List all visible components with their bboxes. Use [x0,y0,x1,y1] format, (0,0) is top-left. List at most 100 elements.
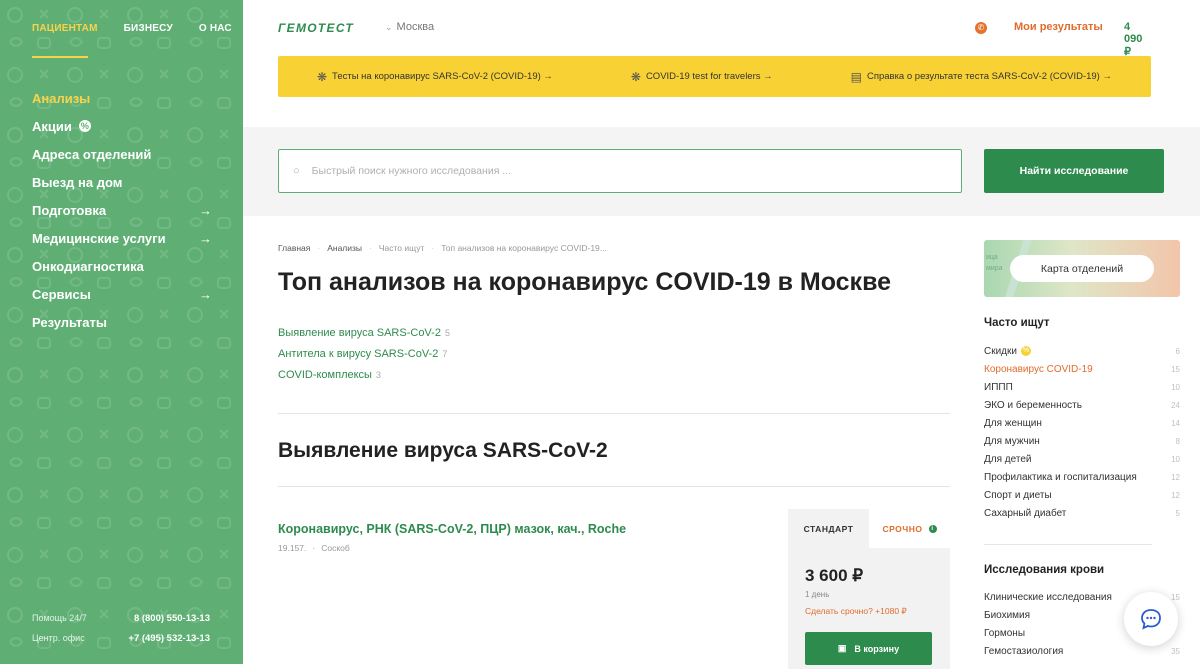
popular-item[interactable]: ЭКО и беременность 24 [984,396,1180,414]
menu-item-analyses[interactable]: Анализы [32,84,212,112]
city-selector[interactable]: ⌄ Москва [385,21,434,33]
menu-item-preparation[interactable]: Подготовка → [32,196,212,224]
category-link[interactable]: Выявление вируса SARS-CoV-2 5 [278,327,450,348]
popular-item-label: ЭКО и беременность [984,399,1082,411]
menu-item-medical-services[interactable]: Медицинские услуги → [32,224,212,252]
category-label: Выявление вируса SARS-CoV-2 [278,327,441,339]
menu-item-results[interactable]: Результаты [32,308,212,336]
banner-link-travelers[interactable]: ❋ COVID-19 test for travelers → [631,70,773,84]
city-label: Москва [396,21,435,33]
menu-item-label: Выезд на дом [32,174,123,190]
popular-item-count: 10 [1171,382,1180,392]
tab-urgent[interactable]: СРОЧНО i [869,509,950,548]
popular-item-count: 14 [1171,418,1180,428]
blood-item-label: Биохимия [984,609,1031,621]
arrow-right-icon: → [199,286,212,302]
menu-item-label: Подготовка [32,202,107,218]
cart-total[interactable]: 4 090 ₽ [1124,21,1151,58]
nav-business[interactable]: БИЗНЕСУ [124,23,173,34]
popular-item-count: 6 [1175,346,1180,356]
popular-item[interactable]: Для детей 10 [984,450,1180,468]
breadcrumb-home[interactable]: Главная [278,243,310,253]
banner-link-label: Справка о результате теста SARS-CoV-2 (C… [866,71,1112,82]
popular-title: Часто ищут [984,317,1050,329]
breadcrumb-analyses[interactable]: Анализы [327,243,362,253]
logo[interactable]: ГЕМОТЕСТ [278,21,354,35]
map-button[interactable]: Карта отделений [1010,255,1154,282]
search-button[interactable]: Найти исследование [984,149,1164,193]
banner-link-covid-tests[interactable]: ❋ Тесты на коронавирус SARS-CoV-2 (COVID-… [317,70,553,84]
search-input[interactable]: ○ Быстрый поиск нужного исследования ... [278,149,962,193]
popular-item[interactable]: ИППП 10 [984,378,1180,396]
menu-item-home-visit[interactable]: Выезд на дом [32,168,212,196]
active-tab-underline [32,56,88,58]
contacts: Помощь 24/7 8 (800) 550-13-13 Центр. офи… [32,608,210,648]
blood-title: Исследования крови [984,564,1105,576]
menu-item-label: Сервисы [32,286,91,302]
top-nav: ПАЦИЕНТАМ БИЗНЕСУ О НАС [32,23,232,34]
popular-item[interactable]: Профилактика и госпитализация 12 [984,468,1180,486]
search-placeholder: Быстрый поиск нужного исследования ... [311,165,512,177]
map-card[interactable]: ица мира Карта отделений [984,240,1180,297]
popular-list: Скидки% 6 Коронавирус COVID-19 15 ИППП 10 Э… [984,342,1180,522]
popular-item-count: 8 [1175,436,1180,446]
popular-item-count: 5 [1175,508,1180,518]
cart-icon: ▣ [837,643,847,653]
category-label: Антитела к вирусу SARS-CoV-2 [278,348,439,360]
virus-icon: ❋ [630,69,641,84]
section-title: Выявление вируса SARS-CoV-2 [278,439,608,462]
add-to-cart-button[interactable]: ▣ В корзину [805,632,932,665]
menu-item-label: Результаты [32,314,107,330]
popular-item-label: Для мужчин [984,435,1040,447]
chat-button[interactable] [1124,592,1178,646]
product-name-link[interactable]: Коронавирус, РНК (SARS-CoV-2, ПЦР) мазок… [278,522,626,536]
map-text-line: мира [986,265,1003,272]
phone-icon[interactable]: ✆ [975,22,987,34]
popular-item-count: 12 [1171,472,1180,482]
info-icon: i [928,524,937,533]
popular-item[interactable]: Спорт и диеты 12 [984,486,1180,504]
popular-item[interactable]: Для женщин 14 [984,414,1180,432]
phone-link[interactable]: +7 (495) 532-13-13 [128,633,210,644]
phone-link[interactable]: 8 (800) 550-13-13 [134,613,210,624]
popular-item-label: Скидки [984,345,1017,357]
breadcrumb-popular[interactable]: Часто ищут [379,243,425,253]
banner-link-certificate[interactable]: ▤ Справка о результате теста SARS-CoV-2 (… [851,70,1112,84]
my-results-link[interactable]: Мои результаты [1014,21,1103,33]
category-link[interactable]: COVID-комплексы 3 [278,369,450,390]
map-text: ица мира [986,252,1003,274]
popular-item-count: 12 [1171,490,1180,500]
popular-item[interactable]: Сахарный диабет 5 [984,504,1180,522]
menu-item-oncodiagnostics[interactable]: Онкодиагностика [32,252,212,280]
chevron-down-icon: ⌄ [385,22,393,32]
popular-item[interactable]: Скидки% 6 [984,342,1180,360]
divider [278,413,950,414]
menu-item-addresses[interactable]: Адреса отделений [32,140,212,168]
meta-separator: · [312,543,316,553]
search-band: ○ Быстрый поиск нужного исследования ...… [243,127,1200,216]
contact-label: Центр. офис [32,633,85,643]
menu-item-promotions[interactable]: Акции% [32,112,212,140]
menu-item-services[interactable]: Сервисы → [32,280,212,308]
breadcrumb-separator: · [317,243,321,253]
nav-patients[interactable]: ПАЦИЕНТАМ [32,23,98,34]
add-to-cart-label: В корзину [854,643,900,654]
product-meta: 19.157. · Соскоб [278,543,350,553]
tab-standard[interactable]: СТАНДАРТ [788,509,869,548]
popular-item-label: Сахарный диабет [984,507,1067,519]
category-count: 7 [442,349,448,359]
search-icon: ○ [293,165,300,177]
menu-item-label: Анализы [32,90,91,106]
divider [278,486,950,487]
price-card: СТАНДАРТ СРОЧНО i 3 600 ₽ 1 день Сделать … [788,509,950,669]
urgent-offer-link[interactable]: Сделать срочно? +1080 ₽ [805,606,907,617]
category-link[interactable]: Антитела к вирусу SARS-CoV-2 7 [278,348,450,369]
contact-row: Центр. офис +7 (495) 532-13-13 [32,628,210,648]
popular-item[interactable]: Для мужчин 8 [984,432,1180,450]
nav-about[interactable]: О НАС [199,23,232,34]
duration: 1 день [805,590,830,599]
blood-item-label: Клинические исследования [984,591,1112,603]
popular-item[interactable]: Коронавирус COVID-19 15 [984,360,1180,378]
left-sidebar: ПАЦИЕНТАМ БИЗНЕСУ О НАС Анализы Акции% А… [0,0,243,664]
menu-item-label: Акции [32,118,72,134]
